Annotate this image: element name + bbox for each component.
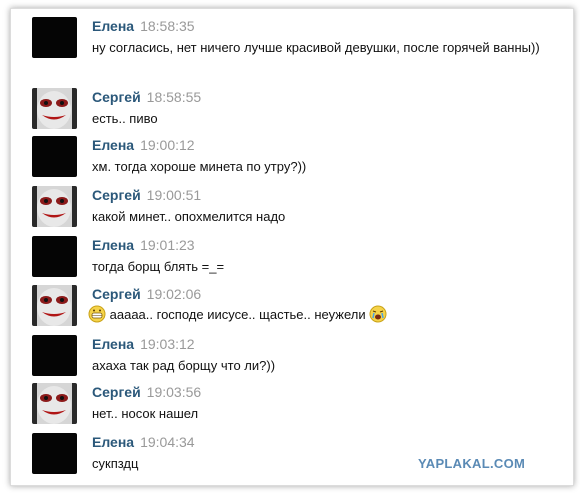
message-text: ну согласись, нет ничего лучше красивой … xyxy=(92,40,540,55)
avatar[interactable] xyxy=(32,88,77,129)
avatar[interactable] xyxy=(32,383,77,424)
author-name[interactable]: Сергей xyxy=(92,286,141,302)
author-name[interactable]: Елена xyxy=(92,237,134,253)
avatar[interactable] xyxy=(32,433,77,474)
avatar[interactable] xyxy=(32,17,77,58)
message-text: ааааа.. господе иисусе.. щастье.. неужел… xyxy=(88,305,568,324)
author-name[interactable]: Сергей xyxy=(92,187,141,203)
message-header: Сергей 19:03:56 xyxy=(92,384,201,400)
message-text: есть.. пиво xyxy=(92,111,158,126)
message-header: Елена 18:58:35 xyxy=(92,18,195,34)
message-text-content: ааааа.. господе иисусе.. щастье.. неужел… xyxy=(109,307,366,322)
crying-emoji-icon xyxy=(369,305,387,323)
message-time: 19:02:06 xyxy=(146,286,202,302)
avatar[interactable] xyxy=(32,335,77,376)
site-watermark: YAPLAKAL.COM xyxy=(418,456,526,471)
message-time: 19:00:12 xyxy=(140,137,195,153)
message-text: какой минет.. опохмелится надо xyxy=(92,209,286,224)
message-text: хм. тогда хороше минета по утру?)) xyxy=(92,159,307,174)
message-time: 18:58:55 xyxy=(146,89,202,105)
clown-face-icon xyxy=(32,88,77,129)
message-time: 19:00:51 xyxy=(146,187,202,203)
grinning-emoji-icon xyxy=(88,305,106,323)
message-text: ахаха так рад борщу что ли?)) xyxy=(92,358,276,373)
message-time: 19:01:23 xyxy=(140,237,195,253)
message-header: Елена 19:00:12 xyxy=(92,137,195,153)
avatar[interactable] xyxy=(32,186,77,227)
message-text: нет.. носок нашел xyxy=(92,406,199,421)
clown-face-icon xyxy=(32,285,77,326)
message-header: Елена 19:03:12 xyxy=(92,336,195,352)
message-time: 19:03:12 xyxy=(140,336,195,352)
message-header: Елена 19:01:23 xyxy=(92,237,195,253)
message-header: Елена 19:04:34 xyxy=(92,434,195,450)
author-name[interactable]: Елена xyxy=(92,137,134,153)
chat-history: Елена 18:58:35 ну согласись, нет ничего л… xyxy=(10,8,574,486)
avatar[interactable] xyxy=(32,285,77,326)
message-text: тогда борщ блять =_= xyxy=(92,259,225,274)
message-header: Сергей 18:58:55 xyxy=(92,89,201,105)
message-header: Сергей 19:02:06 xyxy=(92,286,201,302)
avatar[interactable] xyxy=(32,136,77,177)
message-time: 18:58:35 xyxy=(140,18,195,34)
clown-face-icon xyxy=(32,186,77,227)
author-name[interactable]: Елена xyxy=(92,434,134,450)
clown-face-icon xyxy=(32,383,77,424)
avatar[interactable] xyxy=(32,236,77,277)
message-header: Сергей 19:00:51 xyxy=(92,187,201,203)
author-name[interactable]: Елена xyxy=(92,336,134,352)
message-time: 19:04:34 xyxy=(140,434,195,450)
author-name[interactable]: Сергей xyxy=(92,384,141,400)
message-time: 19:03:56 xyxy=(146,384,202,400)
author-name[interactable]: Елена xyxy=(92,18,134,34)
author-name[interactable]: Сергей xyxy=(92,89,141,105)
